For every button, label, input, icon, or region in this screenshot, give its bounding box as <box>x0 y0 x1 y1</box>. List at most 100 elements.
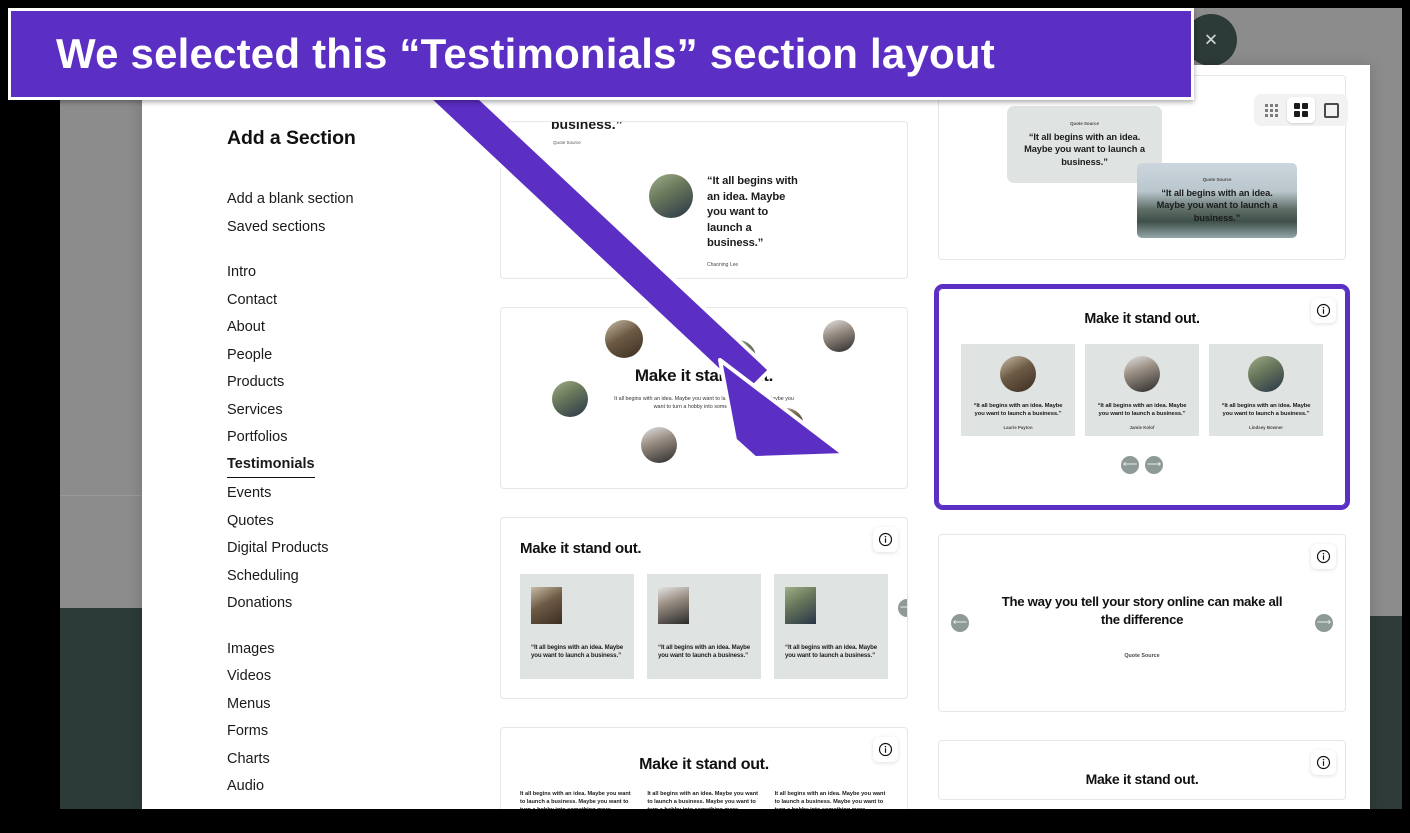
carousel-next-button[interactable]: ⟶ <box>1145 456 1163 474</box>
card-heading: Make it stand out. <box>634 366 774 385</box>
column-text: It all begins with an idea. Maybe you wa… <box>520 791 631 809</box>
screenshot-frame: ✕ Add a Section Add a blank section Save… <box>0 0 1410 833</box>
quote-text: “It all begins with an idea. Maybe you w… <box>1024 131 1145 167</box>
sidebar-item-forms[interactable]: Forms <box>227 718 268 746</box>
sidebar-item-services[interactable]: Services <box>227 397 283 425</box>
sidebar-item-audio[interactable]: Audio <box>227 773 264 801</box>
carousel-next-button[interactable]: ⟶ <box>898 599 907 617</box>
quote-text: “It all begins with an idea. Maybe you w… <box>973 403 1063 418</box>
avatar <box>658 587 689 624</box>
four-square-grid-icon <box>1294 103 1308 117</box>
avatar <box>1248 356 1284 392</box>
avatar <box>649 174 693 218</box>
sidebar-item-quotes[interactable]: Quotes <box>227 508 274 536</box>
dots-grid-icon <box>1264 103 1278 117</box>
avatar <box>531 587 562 624</box>
quote-text: “It all begins with an idea. Maybe you w… <box>1156 187 1278 223</box>
clipped-source: Quote Source <box>553 140 581 145</box>
quote-author: Chaoning Lee <box>707 261 739 268</box>
add-section-panel: Add a Section Add a blank section Saved … <box>142 65 1370 809</box>
sidebar-group-primary: Add a blank section Saved sections <box>227 186 442 241</box>
page-title: Add a Section <box>227 127 356 149</box>
avatar <box>605 320 643 358</box>
section-layout-gallery: business.” Quote Source “It all begins w… <box>442 65 1370 809</box>
sidebar-item-about[interactable]: About <box>227 314 265 342</box>
column-text: It all begins with an idea. Maybe you wa… <box>647 791 758 809</box>
quote-author: Jamie Kolof <box>1129 424 1155 430</box>
sidebar-item-products[interactable]: Products <box>227 369 284 397</box>
sidebar-item-add-a-blank-section[interactable]: Add a blank section <box>227 186 354 214</box>
quote-text: “It all begins with an idea. Maybe you w… <box>531 643 624 660</box>
clipped-heading: business.” <box>551 121 623 132</box>
layout-card-centered-heading-three-columns[interactable]: Make it stand out. It all begins with an… <box>500 727 908 809</box>
column-text: It all begins with an idea. Maybe you wa… <box>774 791 886 809</box>
card-heading: The way you tell your story online can m… <box>1001 594 1283 627</box>
carousel-prev-button[interactable]: ⟵ <box>1121 456 1139 474</box>
avatar <box>641 427 677 463</box>
single-frame-icon <box>1323 102 1339 118</box>
sidebar-item-charts[interactable]: Charts <box>227 746 270 774</box>
quote-text: “It all begins with an idea. Maybe you w… <box>707 175 798 249</box>
sidebar-item-donations[interactable]: Donations <box>227 590 292 618</box>
avatar <box>1000 356 1036 392</box>
card-heading: Make it stand out. <box>1084 311 1200 327</box>
layout-card-scattered-avatars[interactable]: Make it stand out. It all begins with an… <box>500 307 908 489</box>
sidebar-group-sections: Intro Contact About People Products Serv… <box>227 259 442 618</box>
layout-card-testimonial-carousel-three-up[interactable]: Make it stand out. “It all begins with a… <box>934 284 1350 510</box>
layout-card-clipped-bottom[interactable]: Make it stand out. <box>938 740 1346 800</box>
gallery-column-right: Quote Source “It all begins with an idea… <box>934 75 1350 800</box>
avatar <box>785 587 816 624</box>
sidebar: Add a Section Add a blank section Saved … <box>142 65 442 809</box>
testimonial-tile: “It all begins with an idea. Maybe you w… <box>774 574 888 679</box>
sidebar-item-intro[interactable]: Intro <box>227 259 256 287</box>
sidebar-item-people[interactable]: People <box>227 342 272 370</box>
avatar <box>823 320 855 352</box>
annotation-banner: We selected this “Testimonials” section … <box>8 8 1194 100</box>
layout-card-quote-with-portrait[interactable]: business.” Quote Source “It all begins w… <box>500 121 908 279</box>
layout-card-big-centered-quote[interactable]: ⟵ ⟶ The way you tell your story online c… <box>938 534 1346 712</box>
quote-text: “It all begins with an idea. Maybe you w… <box>658 643 751 660</box>
testimonial-tile: “It all begins with an idea. Maybe you w… <box>520 574 634 679</box>
quote-author: Laurie Payton <box>1003 424 1033 430</box>
info-circle-icon[interactable] <box>1311 544 1336 569</box>
layout-card-left-heading-three-tiles[interactable]: Make it stand out. “It all begins with a… <box>500 517 908 699</box>
sidebar-item-events[interactable]: Events <box>227 480 271 508</box>
sidebar-item-digital-products[interactable]: Digital Products <box>227 535 329 563</box>
sidebar-item-contact[interactable]: Contact <box>227 287 277 315</box>
card-heading: Make it stand out. <box>1085 771 1199 787</box>
info-circle-icon[interactable] <box>873 527 898 552</box>
sidebar-item-portfolios[interactable]: Portfolios <box>227 424 287 452</box>
close-icon: ✕ <box>1203 30 1219 50</box>
annotation-banner-text: We selected this “Testimonials” section … <box>56 30 995 77</box>
view-density-toolbar <box>1254 94 1348 126</box>
sidebar-item-videos[interactable]: Videos <box>227 663 271 691</box>
quote-source: Quote Source <box>1202 176 1232 182</box>
density-single-button[interactable] <box>1317 97 1345 123</box>
sidebar-item-saved-sections[interactable]: Saved sections <box>227 214 325 242</box>
sidebar-item-testimonials[interactable]: Testimonials <box>227 452 315 478</box>
avatar <box>1124 356 1160 392</box>
info-circle-icon[interactable] <box>1311 298 1336 323</box>
desktop-background: ✕ Add a Section Add a blank section Save… <box>60 8 1402 809</box>
info-circle-icon[interactable] <box>873 737 898 762</box>
testimonial-tile: “It all begins with an idea. Maybe you w… <box>961 344 1075 436</box>
testimonial-tile: “It all begins with an idea. Maybe you w… <box>1209 344 1323 436</box>
quote-text: “It all begins with an idea. Maybe you w… <box>1221 403 1311 418</box>
card-heading: Make it stand out. <box>520 540 642 557</box>
quote-source: Quote Source <box>1124 653 1160 659</box>
info-circle-icon[interactable] <box>1311 750 1336 775</box>
sidebar-item-images[interactable]: Images <box>227 636 275 664</box>
quote-text: “It all begins with an idea. Maybe you w… <box>1097 403 1187 418</box>
avatar <box>768 408 804 444</box>
quote-source: Quote Source <box>1070 120 1099 126</box>
density-medium-button[interactable] <box>1287 97 1315 123</box>
sidebar-item-scheduling[interactable]: Scheduling <box>227 563 299 591</box>
gallery-column-left: business.” Quote Source “It all begins w… <box>500 121 908 809</box>
density-compact-button[interactable] <box>1257 97 1285 123</box>
quote-author: Lindsey Bowner <box>1249 424 1283 430</box>
sidebar-item-menus[interactable]: Menus <box>227 691 271 719</box>
sidebar-group-media: Images Videos Menus Forms Charts Audio <box>227 636 442 801</box>
quote-text: “It all begins with an idea. Maybe you w… <box>785 643 878 660</box>
testimonial-tile: “It all begins with an idea. Maybe you w… <box>1085 344 1199 436</box>
arrow-right-icon: ⟶ <box>898 599 907 617</box>
